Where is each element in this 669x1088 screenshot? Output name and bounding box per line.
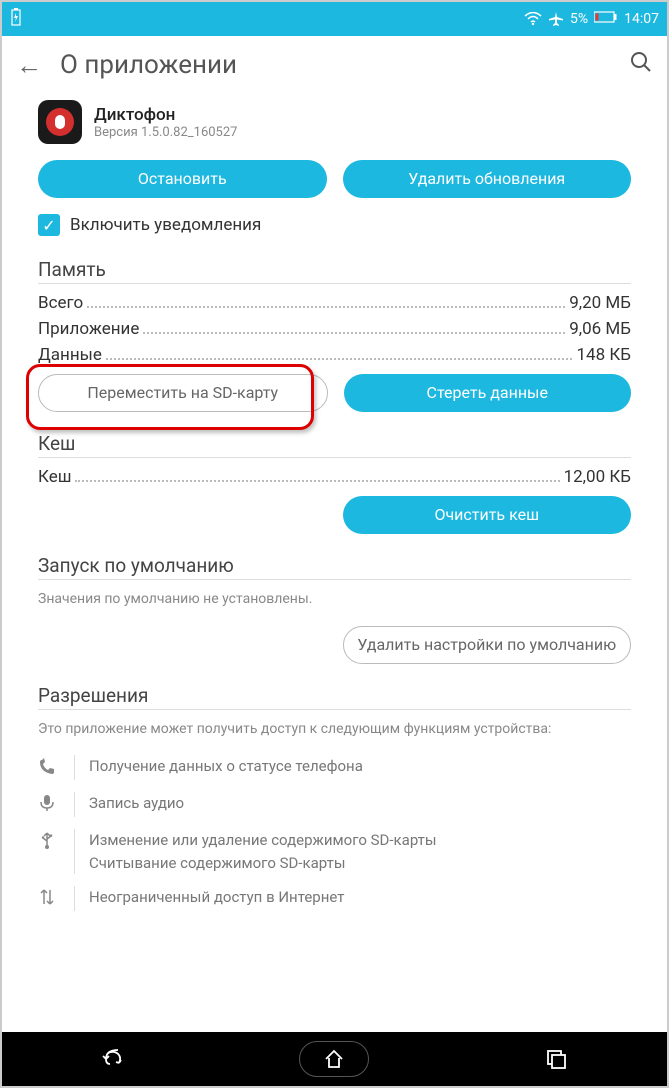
app-header: ← О приложении bbox=[2, 36, 667, 94]
delete-updates-button[interactable]: Удалить обновления bbox=[343, 160, 632, 198]
page-title: О приложении bbox=[60, 50, 629, 80]
clear-cache-button[interactable]: Очистить кеш bbox=[343, 496, 632, 534]
nav-back-button[interactable] bbox=[83, 1039, 143, 1079]
clock: 14:07 bbox=[624, 11, 659, 27]
wifi-icon bbox=[524, 12, 542, 26]
permission-row: Неограниченный доступ в Интернет bbox=[38, 880, 631, 917]
defaults-subtitle: Значения по умолчанию не установлены. bbox=[38, 586, 631, 620]
clear-data-button[interactable]: Стереть данные bbox=[344, 374, 632, 412]
app-info-block: Диктофон Версия 1.5.0.82_160527 bbox=[2, 94, 667, 154]
memory-data-row: Данные148 КБ bbox=[38, 342, 631, 368]
memory-app-row: Приложение9,06 МБ bbox=[38, 316, 631, 342]
permission-row: Запись аудио bbox=[38, 786, 631, 823]
nav-bar bbox=[2, 1032, 667, 1086]
notifications-checkbox-row[interactable]: ✓ Включить уведомления bbox=[2, 210, 667, 250]
network-icon bbox=[38, 888, 60, 911]
permission-row: Получение данных о статусе телефона bbox=[38, 749, 631, 786]
back-arrow-icon[interactable]: ← bbox=[16, 50, 42, 81]
usb-icon bbox=[38, 831, 60, 854]
permission-row: Изменение или удаление содержимого SD-ка… bbox=[38, 823, 631, 880]
move-to-sd-button[interactable]: Переместить на SD-карту bbox=[38, 374, 328, 412]
nav-recent-button[interactable] bbox=[526, 1039, 586, 1079]
cache-row: Кеш12,00 КБ bbox=[38, 464, 631, 490]
memory-section-title: Память bbox=[38, 250, 631, 284]
app-name: Диктофон bbox=[94, 105, 237, 125]
clear-defaults-button[interactable]: Удалить настройки по умолчанию bbox=[343, 626, 632, 664]
permissions-section-title: Разрешения bbox=[38, 676, 631, 710]
battery-low-icon bbox=[594, 11, 618, 27]
app-version: Версия 1.5.0.82_160527 bbox=[94, 125, 237, 140]
airplane-mode-icon bbox=[548, 11, 564, 27]
stop-button[interactable]: Остановить bbox=[38, 160, 327, 198]
memory-total-row: Всего9,20 МБ bbox=[38, 290, 631, 316]
status-bar: 5% 14:07 bbox=[2, 2, 667, 36]
notifications-label: Включить уведомления bbox=[70, 215, 261, 235]
battery-percent: 5% bbox=[570, 11, 588, 27]
battery-charging-icon bbox=[10, 8, 22, 30]
defaults-section-title: Запуск по умолчанию bbox=[38, 546, 631, 580]
checkbox-checked-icon[interactable]: ✓ bbox=[38, 214, 60, 236]
cache-section-title: Кеш bbox=[38, 424, 631, 458]
phone-icon bbox=[38, 757, 60, 780]
nav-home-button[interactable] bbox=[304, 1039, 364, 1079]
app-icon bbox=[38, 100, 82, 144]
microphone-icon bbox=[38, 794, 60, 817]
permissions-subtitle: Это приложение может получить доступ к с… bbox=[38, 716, 631, 750]
search-icon[interactable] bbox=[629, 50, 653, 81]
